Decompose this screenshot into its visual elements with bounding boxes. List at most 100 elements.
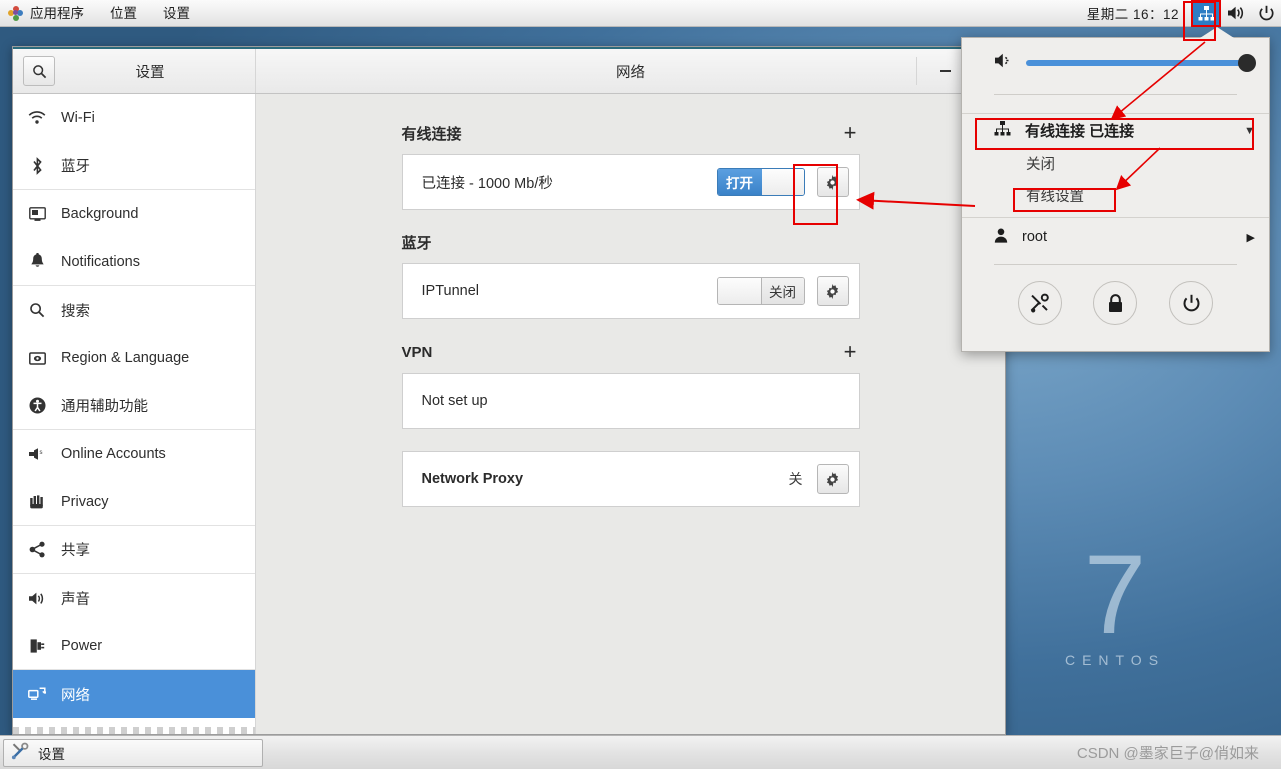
settings-tools-icon <box>1031 293 1050 312</box>
network-settings-panel: 有线连接 + 已连接 - 1000 Mb/秒 打开 蓝牙 IPTunnel 关闭… <box>256 94 1005 734</box>
vpn-row[interactable]: Not set up <box>401 373 860 429</box>
iptunnel-row: IPTunnel 关闭 <box>401 263 860 319</box>
background-icon <box>27 206 47 222</box>
network-proxy-status: 关 <box>788 471 803 487</box>
sidebar-item-privacy[interactable]: Privacy <box>13 478 255 526</box>
taskbar-settings-window-button[interactable]: 设置 <box>3 738 263 767</box>
window-title: 网络 <box>616 64 645 81</box>
settings-sidebar: Wi-Fi 蓝牙 Background Notifications 搜索 Reg… <box>13 94 256 734</box>
network-proxy-label: Network Proxy <box>421 471 524 487</box>
window-body: Wi-Fi 蓝牙 Background Notifications 搜索 Reg… <box>13 94 1005 734</box>
chevron-down-icon[interactable]: ▼ <box>1244 125 1255 137</box>
vpn-status-label: Not set up <box>421 393 488 409</box>
wired-connection-menu-item[interactable]: 有线连接 已连接 ▼ <box>962 114 1269 147</box>
sidebar-item-sound[interactable]: 声音 <box>13 574 255 622</box>
gear-icon <box>826 174 839 190</box>
sidebar-item-network[interactable]: 网络 <box>13 670 255 718</box>
minimize-button[interactable] <box>925 57 965 85</box>
wired-turn-off-item[interactable]: 关闭 <box>962 147 1269 179</box>
sidebar-item-label: Notifications <box>61 253 140 270</box>
settings-panel-title: 设置 <box>135 64 165 81</box>
sidebar-item-bluetooth[interactable]: 蓝牙 <box>13 142 255 190</box>
chevron-right-icon[interactable]: ▶ <box>1247 231 1255 244</box>
tray-volume-button[interactable] <box>1221 0 1251 27</box>
sidebar-scroll-indicator[interactable] <box>13 727 255 734</box>
section-title: 蓝牙 <box>401 235 432 252</box>
sidebar-item-label: 网络 <box>61 687 90 704</box>
network-wired-icon <box>1198 5 1214 20</box>
bell-icon <box>27 253 47 270</box>
add-wired-connection-button[interactable]: + <box>841 122 860 144</box>
clock[interactable]: 星期二 16：12 <box>1087 3 1191 23</box>
sidebar-item-label: Power <box>61 637 103 654</box>
centos-logo-name: CENTOS <box>1064 651 1166 668</box>
settings-shortcut-button[interactable] <box>1017 281 1062 325</box>
add-vpn-button[interactable]: + <box>841 341 860 363</box>
volume-slider-handle[interactable] <box>1238 54 1256 72</box>
toggle-knob <box>761 169 804 195</box>
online-accounts-icon: s <box>27 447 47 461</box>
settings-menu[interactable]: 设置 <box>150 0 203 27</box>
volume-icon <box>994 52 1014 74</box>
sidebar-item-search[interactable]: 搜索 <box>13 286 255 334</box>
accessibility-icon <box>27 397 47 414</box>
section-title: 有线连接 <box>401 125 462 143</box>
network-proxy-settings-button[interactable] <box>816 464 849 494</box>
wired-connection-status: 已连接 - 1000 Mb/秒 <box>421 175 553 192</box>
sidebar-item-accessibility[interactable]: 通用辅助功能 <box>13 382 255 430</box>
section-header-vpn: VPN + <box>402 341 860 363</box>
taskbar-button-label: 设置 <box>38 746 65 762</box>
user-menu-item[interactable]: root ▶ <box>962 218 1269 256</box>
sound-icon <box>27 591 47 606</box>
search-button[interactable] <box>23 56 55 86</box>
iptunnel-label: IPTunnel <box>421 283 480 299</box>
tray-power-button[interactable] <box>1251 0 1281 27</box>
sidebar-item-power[interactable]: Power <box>13 622 255 670</box>
share-icon <box>27 541 47 558</box>
centos-logo-number: 7 <box>1083 532 1147 657</box>
flag-icon <box>27 351 47 365</box>
wired-settings-item[interactable]: 有线设置 <box>962 179 1269 211</box>
search-icon <box>32 64 46 78</box>
tools-icon <box>11 742 30 764</box>
applications-menu[interactable]: 应用程序 <box>0 0 97 27</box>
power-off-button[interactable] <box>1169 281 1214 325</box>
iptunnel-settings-button[interactable] <box>816 276 849 306</box>
svg-text:s: s <box>40 450 43 456</box>
sidebar-item-online-accounts[interactable]: s Online Accounts <box>13 430 255 478</box>
iptunnel-toggle[interactable]: 关闭 <box>716 277 805 305</box>
hand-privacy-icon <box>27 494 47 510</box>
wired-connection-row: 已连接 - 1000 Mb/秒 打开 <box>401 154 860 210</box>
window-titlebar: 设置 网络 <box>13 49 1005 94</box>
section-title: VPN <box>401 343 433 361</box>
wired-connection-toggle[interactable]: 打开 <box>716 168 805 196</box>
volume-control[interactable] <box>962 38 1269 88</box>
titlebar-right: 网络 <box>256 49 1005 93</box>
lock-screen-button[interactable] <box>1093 281 1138 325</box>
sidebar-item-label: 通用辅助功能 <box>61 399 148 415</box>
user-icon <box>994 228 1008 247</box>
gear-icon <box>826 471 839 487</box>
taskbar: 设置 CSDN @墨家巨子@俏如来 <box>0 735 1281 769</box>
sidebar-item-label: 蓝牙 <box>61 159 90 175</box>
sysmenu-pointer <box>1200 27 1234 38</box>
volume-slider[interactable] <box>1026 54 1256 72</box>
power-icon <box>1259 5 1273 20</box>
wifi-icon <box>27 111 47 125</box>
sidebar-item-label: Background <box>61 206 139 222</box>
volume-high-icon <box>1227 6 1243 20</box>
sidebar-item-wifi[interactable]: Wi-Fi <box>13 94 255 142</box>
system-tray <box>1191 0 1281 27</box>
wired-connection-menu-label: 有线连接 已连接 <box>1025 123 1135 140</box>
bluetooth-icon <box>27 156 47 175</box>
places-menu[interactable]: 位置 <box>97 0 150 27</box>
network-icon <box>27 686 47 702</box>
sidebar-item-notifications[interactable]: Notifications <box>13 238 255 286</box>
sidebar-item-background[interactable]: Background <box>13 190 255 238</box>
sidebar-item-sharing[interactable]: 共享 <box>13 526 255 574</box>
sidebar-item-region-language[interactable]: Region & Language <box>13 334 255 382</box>
section-header-bluetooth: 蓝牙 <box>402 232 860 253</box>
toggle-on-label: 打开 <box>717 169 762 195</box>
tray-network-button[interactable] <box>1191 0 1221 27</box>
wired-connection-settings-button[interactable] <box>816 167 849 197</box>
